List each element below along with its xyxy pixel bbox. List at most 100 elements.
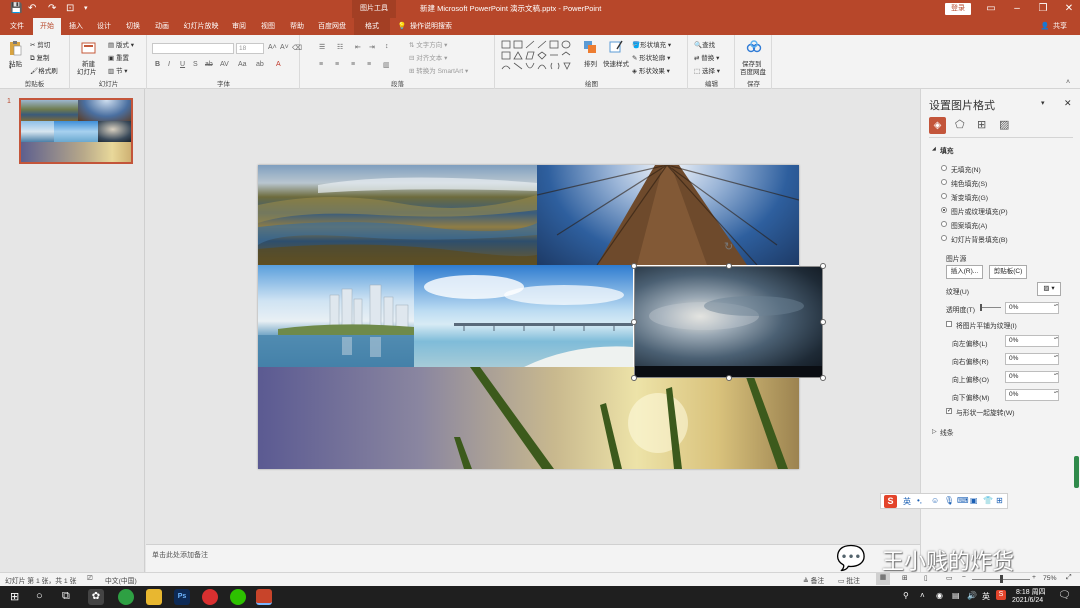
slide-thumbnail[interactable] xyxy=(19,98,133,164)
ime-language[interactable]: 英 xyxy=(903,496,911,507)
powerpoint-icon[interactable] xyxy=(256,589,272,605)
tab-slideshow[interactable]: 幻灯片放映 xyxy=(179,18,223,35)
start-from-beginning-icon[interactable]: ⊡ xyxy=(66,3,74,15)
slide-canvas[interactable]: ↻ xyxy=(146,89,920,544)
clock-date[interactable]: 2021/6/24 xyxy=(1012,597,1043,604)
language-indicator[interactable]: 中文(中国) xyxy=(105,575,137,585)
file-explorer-icon[interactable] xyxy=(146,589,162,605)
wechat-icon[interactable] xyxy=(230,589,246,605)
smartart-button[interactable]: ⊞ 转换为 SmartArt ▾ xyxy=(409,65,468,75)
resize-handle-right[interactable] xyxy=(820,319,826,325)
arrange-label[interactable]: 排列 xyxy=(584,58,597,68)
tab-home[interactable]: 开始 xyxy=(33,18,61,35)
resize-handle-left[interactable] xyxy=(631,319,637,325)
ribbon-display-options-icon[interactable]: ▭ xyxy=(978,0,1004,18)
resize-handle-bottom-left[interactable] xyxy=(631,375,637,381)
transparency-slider-thumb[interactable] xyxy=(980,304,982,311)
pane-close-icon[interactable]: ✕ xyxy=(1064,98,1072,109)
zoom-slider-thumb[interactable] xyxy=(1000,575,1003,583)
person-tray-icon[interactable]: ⚲ xyxy=(903,591,909,600)
share-button[interactable]: 共享 xyxy=(1050,18,1070,35)
underline-icon[interactable]: U xyxy=(180,61,185,68)
radio-gradient-fill[interactable] xyxy=(941,193,947,199)
tab-baidu-netdisk[interactable]: 百度网盘 xyxy=(313,18,351,35)
bullets-icon[interactable]: ☰ xyxy=(319,43,325,51)
notification-icon[interactable]: 🗨 xyxy=(1058,590,1071,601)
customize-toolbar-icon[interactable]: ▾ xyxy=(84,3,88,15)
resize-handle-top-right[interactable] xyxy=(820,263,826,269)
keyboard-icon[interactable]: ⌨ xyxy=(957,496,969,505)
close-icon[interactable]: ✕ xyxy=(1056,0,1080,18)
city-waterfront-photo[interactable] xyxy=(258,265,414,367)
shape-fill-button[interactable]: 🪣形状填充 ▾ xyxy=(632,39,671,49)
pier-sea-photo[interactable] xyxy=(414,265,633,367)
align-center-icon[interactable]: ≡ xyxy=(335,61,339,68)
toolbox-icon[interactable]: ▣ xyxy=(970,496,978,505)
insert-picture-button[interactable]: 插入(R)... xyxy=(946,265,983,279)
tab-help[interactable]: 帮助 xyxy=(284,18,310,35)
menu-grid-icon[interactable]: ⊞ xyxy=(996,496,1003,505)
rotate-with-shape-checkbox[interactable]: ✓ xyxy=(946,408,952,414)
radio-picture-fill[interactable] xyxy=(941,207,947,213)
slide-sorter-icon[interactable]: ⊞ xyxy=(902,574,908,582)
sogou-tray-icon[interactable]: S xyxy=(996,590,1006,600)
italic-icon[interactable]: I xyxy=(168,61,170,68)
microphone-icon[interactable]: 🎙 xyxy=(944,496,954,505)
texture-picker[interactable]: ▨ ▾ xyxy=(1037,282,1061,296)
fit-to-window-icon[interactable]: ⤢ xyxy=(1066,574,1071,582)
tray-app-icon[interactable]: ◉ xyxy=(936,591,943,600)
baidu-netdisk-label[interactable]: 百度网盘 xyxy=(740,66,766,76)
normal-view-icon[interactable]: ▦ xyxy=(876,573,890,585)
shape-outline-button[interactable]: ✎ 形状轮廓 ▾ xyxy=(632,52,670,62)
reading-view-icon[interactable]: ▯ xyxy=(924,574,928,582)
tab-file[interactable]: 文件 xyxy=(4,18,30,35)
windows-start-icon[interactable]: ⊞ xyxy=(10,590,19,603)
bold-icon[interactable]: B xyxy=(155,61,160,68)
size-properties-tab-icon[interactable]: ⊞ xyxy=(977,118,986,131)
spacing-icon[interactable]: AV xyxy=(220,61,229,68)
replace-button[interactable]: ⇄ 替换 ▾ xyxy=(694,52,719,62)
comments-toggle[interactable]: ▭ 批注 xyxy=(838,575,860,585)
baidu-cloud-icon[interactable] xyxy=(746,39,762,55)
terraces-photo[interactable] xyxy=(258,165,537,265)
grass-sunset-photo[interactable] xyxy=(258,367,799,469)
redo-icon[interactable]: ↷ xyxy=(48,3,56,15)
notes-pane[interactable]: 单击此处添加备注 xyxy=(146,544,920,572)
radio-pattern-fill[interactable] xyxy=(941,221,947,227)
fill-section-expand-icon[interactable]: ◢ xyxy=(932,146,936,152)
align-text-button[interactable]: ⊟ 对齐文本 ▾ xyxy=(409,52,447,62)
transparency-input[interactable]: 0% xyxy=(1005,302,1059,314)
picture-tab-icon[interactable]: ▨ xyxy=(999,118,1009,131)
copy-button[interactable]: ⧉ 复制 xyxy=(30,52,49,63)
strikethrough-icon[interactable]: ab xyxy=(205,61,213,68)
notes-toggle[interactable]: ≜ 备注 xyxy=(803,575,824,585)
tab-view[interactable]: 视图 xyxy=(255,18,281,35)
offset-bottom-input[interactable]: 0% xyxy=(1005,389,1059,401)
zoom-in-icon[interactable]: + xyxy=(1032,574,1036,581)
numbering-icon[interactable]: ☷ xyxy=(337,43,343,51)
clock-time[interactable]: 8:18 周四 xyxy=(1016,587,1046,597)
layout-button[interactable]: ▤ 版式 ▾ xyxy=(108,39,134,49)
resize-handle-top-left[interactable] xyxy=(631,263,637,269)
reset-button[interactable]: ▣ 重置 xyxy=(108,52,129,62)
app-icon-1[interactable]: ✿ xyxy=(88,589,104,605)
login-button[interactable]: 登录 xyxy=(945,3,971,15)
indent-decrease-icon[interactable]: ⇤ xyxy=(355,43,361,51)
new-slide-label-2[interactable]: 幻灯片 xyxy=(77,66,97,76)
arrange-icon[interactable] xyxy=(582,39,598,55)
undo-icon[interactable]: ↶ xyxy=(28,3,36,15)
save-icon[interactable]: 💾 xyxy=(10,3,22,15)
minimize-icon[interactable]: – xyxy=(1004,0,1030,18)
tell-me-search[interactable]: 操作说明搜索 xyxy=(410,18,460,35)
selected-cloud-photo[interactable] xyxy=(634,266,823,378)
format-painter-button[interactable]: 🖌格式刷 xyxy=(30,65,58,75)
cortana-icon[interactable]: ○ xyxy=(36,590,43,602)
tray-ime-language[interactable]: 英 xyxy=(982,591,990,602)
pane-scrollbar-thumb[interactable] xyxy=(1074,456,1079,488)
rotate-handle-icon[interactable]: ↻ xyxy=(724,240,733,253)
radio-solid-fill[interactable] xyxy=(941,179,947,185)
select-button[interactable]: ⬚ 选择 ▾ xyxy=(694,65,720,75)
font-size-combo[interactable]: 18 xyxy=(236,43,264,54)
line-spacing-icon[interactable]: ↕ xyxy=(385,43,389,50)
tree-trunk-photo[interactable] xyxy=(537,165,799,265)
